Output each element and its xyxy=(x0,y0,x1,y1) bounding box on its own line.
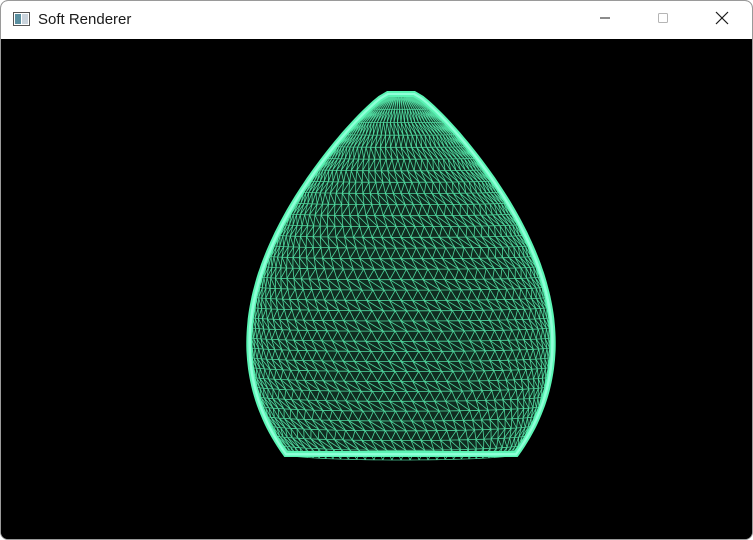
render-viewport[interactable] xyxy=(1,39,752,539)
app-window: Soft Renderer xyxy=(0,0,753,540)
window-title: Soft Renderer xyxy=(38,11,132,28)
app-window-icon xyxy=(13,12,30,26)
title-bar[interactable]: Soft Renderer xyxy=(1,1,752,39)
maximize-icon xyxy=(657,11,669,29)
minimize-button[interactable] xyxy=(576,1,634,39)
minimize-icon xyxy=(599,11,611,29)
maximize-button[interactable] xyxy=(634,1,692,39)
close-icon xyxy=(715,11,729,30)
close-button[interactable] xyxy=(693,1,751,39)
wireframe-mesh xyxy=(246,91,556,461)
